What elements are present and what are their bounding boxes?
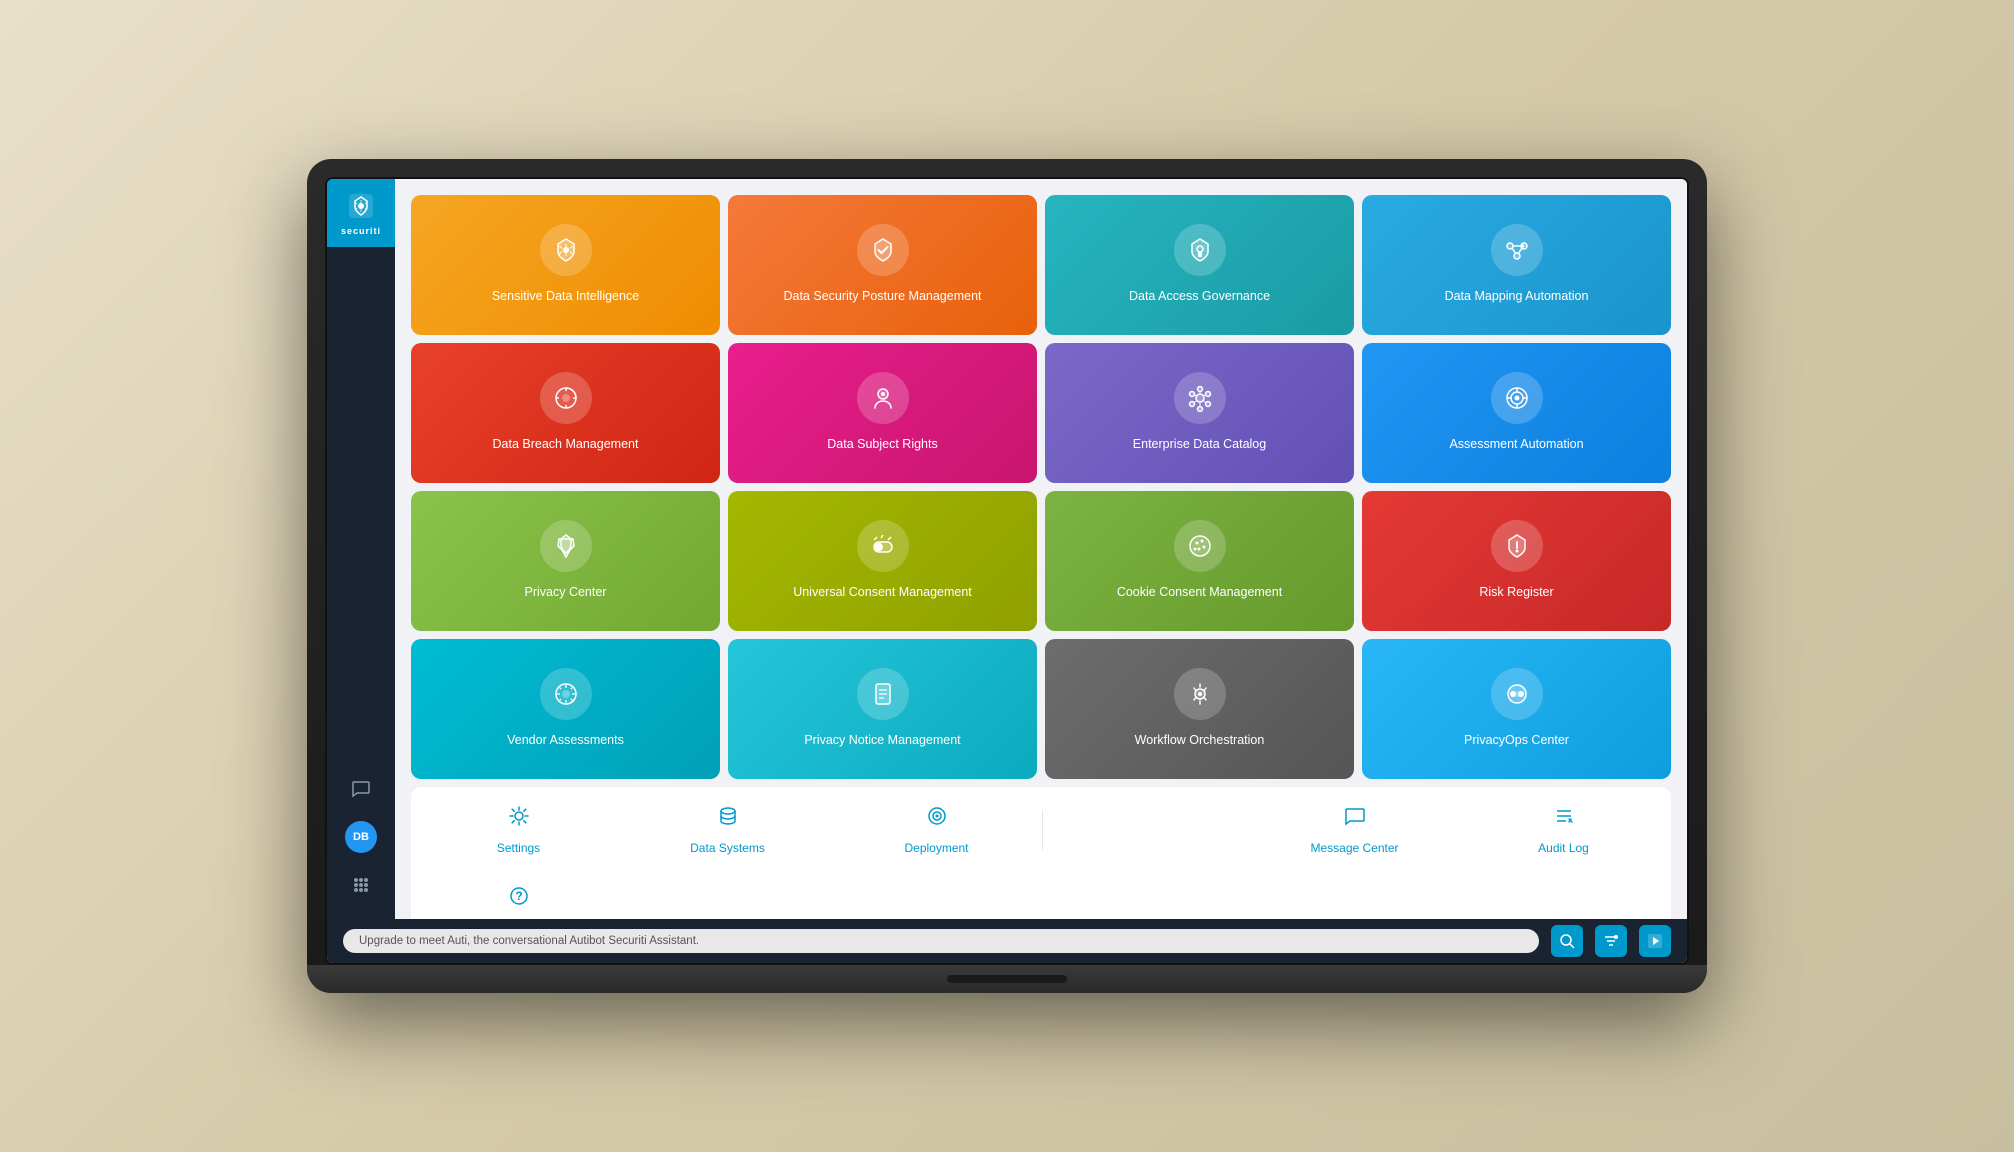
status-bar: Upgrade to meet Auti, the conversational… [327, 919, 1687, 963]
svg-text:?: ? [515, 889, 522, 903]
chat-upgrade-message: Upgrade to meet Auti, the conversational… [343, 929, 1539, 953]
data-subject-rights-label: Data Subject Rights [827, 436, 937, 454]
tile-data-mapping-automation[interactable]: Data Mapping Automation [1362, 195, 1671, 335]
tile-data-breach-management[interactable]: Data Breach Management [411, 343, 720, 483]
tiles-grid: Sensitive Data Intelligence Data Security… [411, 195, 1671, 779]
tool-settings[interactable]: Settings [415, 791, 622, 869]
tools-row: Settings Data Systems Deployment Message Ce… [411, 787, 1671, 919]
tile-privacy-notice-management[interactable]: Privacy Notice Management [728, 639, 1037, 779]
status-actions [1551, 925, 1671, 957]
tile-privacy-center[interactable]: Privacy Center [411, 491, 720, 631]
privacy-center-icon [540, 520, 592, 572]
menu-dots-icon[interactable] [343, 867, 379, 903]
tile-assessment-automation[interactable]: Assessment Automation [1362, 343, 1671, 483]
app-logo[interactable]: securiti [327, 179, 395, 247]
assessment-automation-label: Assessment Automation [1449, 436, 1583, 454]
data-subject-rights-icon [857, 372, 909, 424]
enterprise-data-catalog-label: Enterprise Data Catalog [1133, 436, 1266, 454]
tool-deployment[interactable]: Deployment [833, 791, 1040, 869]
privacy-center-label: Privacy Center [525, 584, 607, 602]
sensitive-data-intelligence-icon [540, 224, 592, 276]
data-security-posture-management-icon [857, 224, 909, 276]
privacyops-center-icon [1491, 668, 1543, 720]
enterprise-data-catalog-icon [1174, 372, 1226, 424]
vendor-assessments-label: Vendor Assessments [507, 732, 624, 750]
tool-audit-log[interactable]: Audit Log [1460, 791, 1667, 869]
search-button[interactable] [1551, 925, 1583, 957]
tile-data-access-governance[interactable]: Data Access Governance [1045, 195, 1354, 335]
data-mapping-automation-label: Data Mapping Automation [1445, 288, 1589, 306]
tile-data-subject-rights[interactable]: Data Subject Rights [728, 343, 1037, 483]
message-center-label: Message Center [1310, 841, 1398, 855]
message-center-icon [1344, 805, 1366, 833]
data-systems-icon [717, 805, 739, 833]
tools-divider [1042, 810, 1043, 850]
deployment-icon [926, 805, 948, 833]
data-access-governance-icon [1174, 224, 1226, 276]
cookie-consent-management-icon [1174, 520, 1226, 572]
play-button[interactable] [1639, 925, 1671, 957]
privacyops-center-label: PrivacyOps Center [1464, 732, 1569, 750]
logo-text: securiti [341, 226, 381, 236]
workflow-orchestration-icon [1174, 668, 1226, 720]
tile-risk-register[interactable]: Risk Register [1362, 491, 1671, 631]
user-avatar[interactable]: DB [345, 821, 377, 853]
risk-register-icon [1491, 520, 1543, 572]
data-mapping-automation-icon [1491, 224, 1543, 276]
deployment-label: Deployment [904, 841, 968, 855]
tile-workflow-orchestration[interactable]: Workflow Orchestration [1045, 639, 1354, 779]
chat-icon[interactable] [343, 771, 379, 807]
cookie-consent-management-label: Cookie Consent Management [1117, 584, 1282, 602]
tile-privacyops-center[interactable]: PrivacyOps Center [1362, 639, 1671, 779]
filter-button[interactable] [1595, 925, 1627, 957]
data-systems-label: Data Systems [690, 841, 765, 855]
data-breach-management-icon [540, 372, 592, 424]
privacy-notice-management-icon [857, 668, 909, 720]
universal-consent-management-label: Universal Consent Management [793, 584, 972, 602]
data-security-posture-management-label: Data Security Posture Management [783, 288, 981, 306]
data-breach-management-label: Data Breach Management [493, 436, 639, 454]
knowledge-center-icon: ? [508, 885, 530, 913]
sidebar: securiti DB [327, 179, 395, 919]
audit-log-icon [1553, 805, 1575, 833]
tool-knowledge-center[interactable]: ?Knowledge Center [415, 871, 622, 919]
tile-data-security-posture-management[interactable]: Data Security Posture Management [728, 195, 1037, 335]
tile-vendor-assessments[interactable]: Vendor Assessments [411, 639, 720, 779]
assessment-automation-icon [1491, 372, 1543, 424]
settings-icon [508, 805, 530, 833]
risk-register-label: Risk Register [1479, 584, 1553, 602]
data-access-governance-label: Data Access Governance [1129, 288, 1270, 306]
privacy-notice-management-label: Privacy Notice Management [804, 732, 960, 750]
sensitive-data-intelligence-label: Sensitive Data Intelligence [492, 288, 639, 306]
universal-consent-management-icon [857, 520, 909, 572]
tool-message-center[interactable]: Message Center [1251, 791, 1458, 869]
tile-universal-consent-management[interactable]: Universal Consent Management [728, 491, 1037, 631]
tile-sensitive-data-intelligence[interactable]: Sensitive Data Intelligence [411, 195, 720, 335]
settings-label: Settings [497, 841, 540, 855]
workflow-orchestration-label: Workflow Orchestration [1135, 732, 1265, 750]
main-content: Sensitive Data Intelligence Data Security… [395, 179, 1687, 919]
tile-enterprise-data-catalog[interactable]: Enterprise Data Catalog [1045, 343, 1354, 483]
tile-cookie-consent-management[interactable]: Cookie Consent Management [1045, 491, 1354, 631]
vendor-assessments-icon [540, 668, 592, 720]
audit-log-label: Audit Log [1538, 841, 1589, 855]
tool-data-systems[interactable]: Data Systems [624, 791, 831, 869]
